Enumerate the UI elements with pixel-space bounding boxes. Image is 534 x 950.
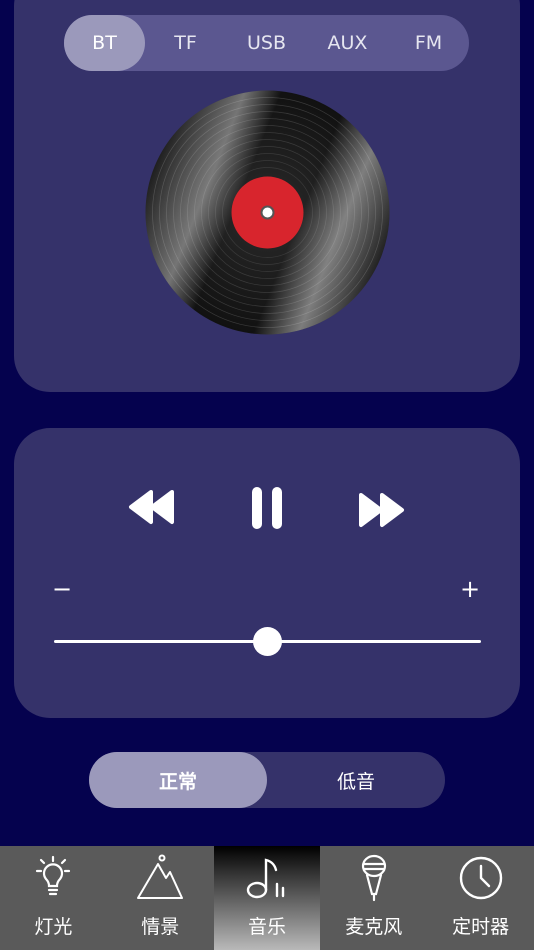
volume-down-button[interactable]: − bbox=[52, 575, 72, 603]
mode-bass-button[interactable]: 低音 bbox=[267, 752, 445, 808]
source-panel: BT TF USB AUX FM bbox=[14, 0, 520, 392]
rewind-button[interactable] bbox=[128, 488, 178, 530]
tab-music[interactable]: 音乐 bbox=[213, 846, 321, 950]
vinyl-disc-icon bbox=[145, 90, 390, 335]
rewind-icon bbox=[129, 490, 174, 524]
mode-normal-button[interactable]: 正常 bbox=[89, 752, 267, 808]
sound-mode-toggle: 正常 低音 bbox=[89, 752, 445, 808]
tab-bt[interactable]: BT bbox=[64, 15, 145, 71]
fast-forward-button[interactable] bbox=[357, 491, 407, 533]
source-tab-bar: BT TF USB AUX FM bbox=[64, 15, 469, 71]
volume-slider-thumb[interactable] bbox=[253, 627, 282, 656]
music-note-icon bbox=[246, 858, 285, 899]
tab-light-label: 灯光 bbox=[34, 916, 73, 938]
tab-microphone-label: 麦克风 bbox=[345, 916, 403, 938]
pause-button[interactable] bbox=[250, 486, 284, 534]
tab-light[interactable]: 灯光 bbox=[0, 846, 107, 950]
tab-timer[interactable]: 定时器 bbox=[427, 846, 534, 950]
tab-usb[interactable]: USB bbox=[226, 15, 307, 71]
tab-scene-label: 情景 bbox=[141, 916, 180, 938]
tab-scene[interactable]: 情景 bbox=[107, 846, 214, 950]
tab-microphone[interactable]: 麦克风 bbox=[320, 846, 427, 950]
bulb-icon bbox=[36, 855, 71, 896]
pause-icon bbox=[252, 487, 282, 529]
fast-forward-icon bbox=[359, 493, 404, 527]
mountain-icon bbox=[137, 854, 184, 899]
tab-timer-label: 定时器 bbox=[452, 916, 510, 938]
microphone-icon bbox=[361, 854, 386, 902]
tab-tf[interactable]: TF bbox=[145, 15, 226, 71]
tab-music-label: 音乐 bbox=[247, 916, 286, 938]
tab-aux[interactable]: AUX bbox=[307, 15, 388, 71]
player-panel: − + bbox=[14, 428, 520, 718]
clock-icon bbox=[459, 856, 502, 900]
bottom-tab-bar: 灯光 情景 音乐 麦克风 定时器 bbox=[0, 846, 534, 950]
volume-up-button[interactable]: + bbox=[460, 575, 480, 603]
tab-fm[interactable]: FM bbox=[388, 15, 469, 71]
